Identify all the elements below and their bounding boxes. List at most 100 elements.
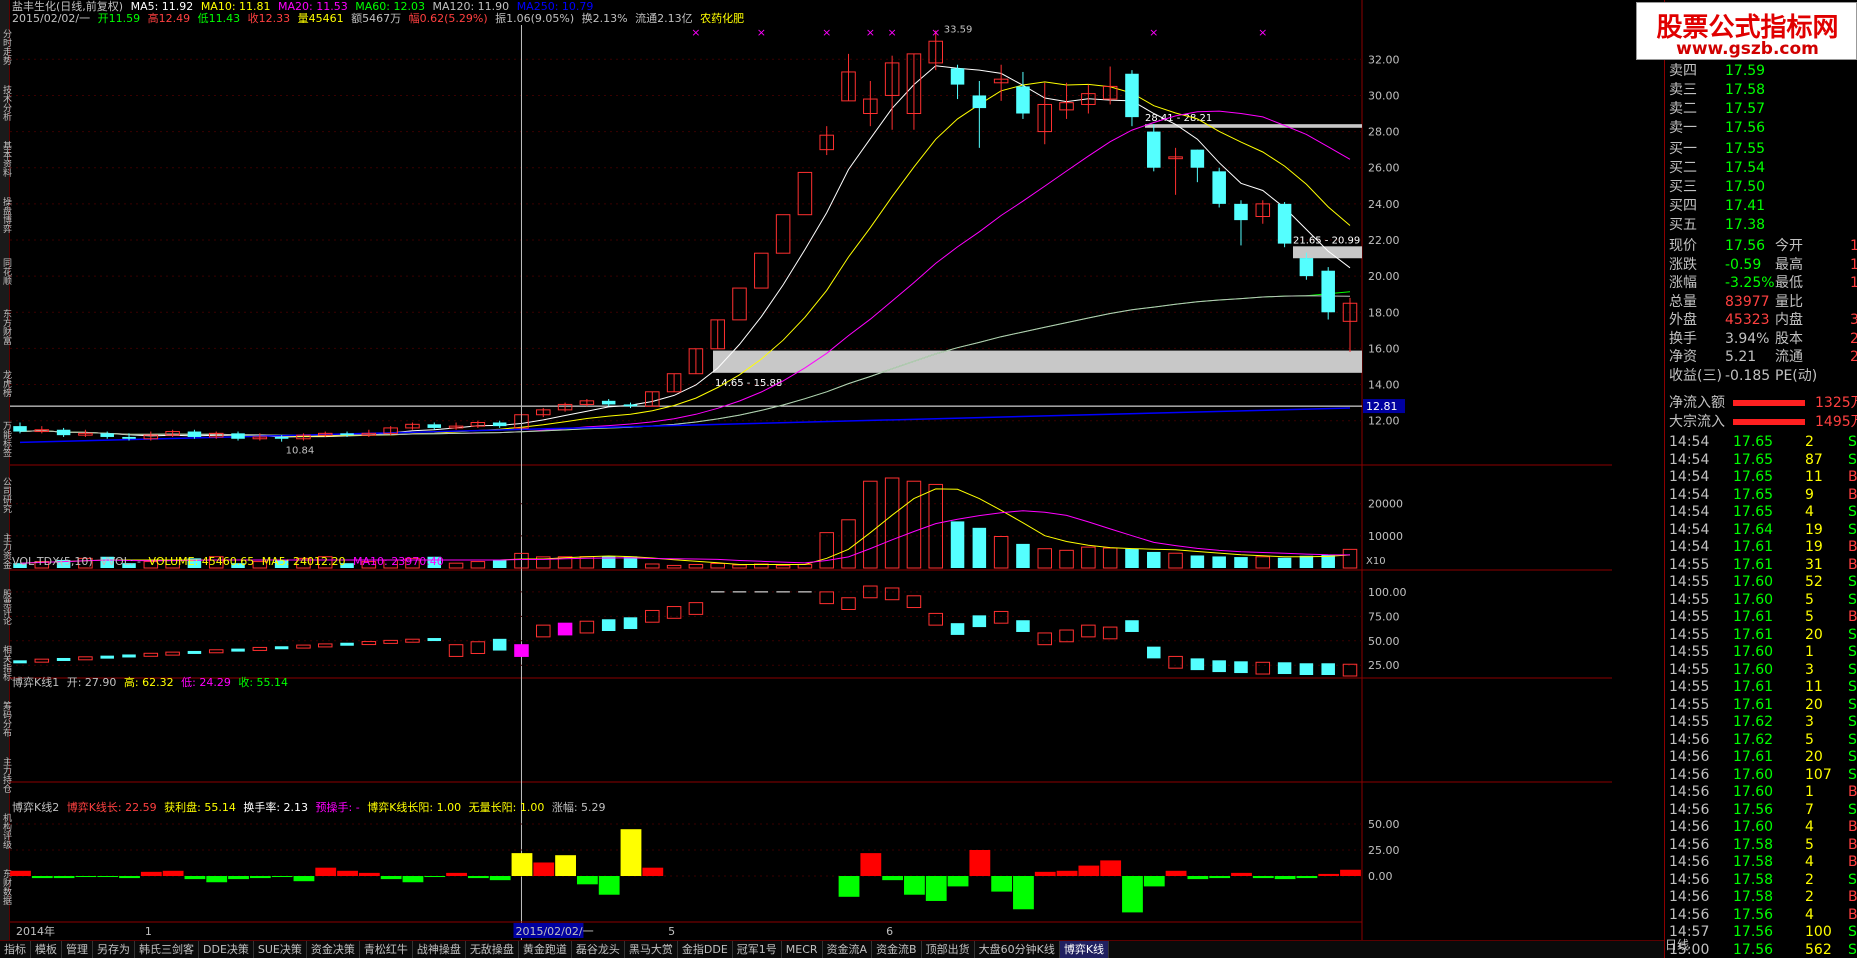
info-turnover: 换2.13% xyxy=(581,12,628,25)
kline1-bar xyxy=(1016,620,1030,632)
bottom-tab-20[interactable]: 大盘60分钟K线 xyxy=(975,941,1060,958)
bottom-tab-17[interactable]: 资金流A xyxy=(823,941,873,958)
tick-row-cell: S xyxy=(1848,696,1857,713)
left-tab-0[interactable]: 分时走势 xyxy=(0,20,11,74)
tick-row: 14:56 17.58 5 B xyxy=(1665,836,1857,854)
band-label-1: 21.65 - 20.99 xyxy=(1293,235,1360,246)
bottom-tab-12[interactable]: 磊谷龙头 xyxy=(572,941,625,958)
tick-row-cell: 2 xyxy=(1805,889,1814,905)
kline2-bar xyxy=(380,876,402,880)
left-tab-15[interactable]: 东财数据 xyxy=(0,860,11,914)
bottom-tab-4[interactable]: 韩氏三剑客 xyxy=(135,941,199,958)
tick-row: 14:56 17.56 7 S xyxy=(1665,801,1857,819)
tick-row-cell: 14:55 xyxy=(1669,609,1710,625)
kline1-panel-header: 博弈K线1 开: 27.90 高: 62.32 低: 24.29 收: 55.1… xyxy=(12,676,292,689)
tick-row-cell: B xyxy=(1848,854,1857,870)
bottom-tab-3[interactable]: 另存为 xyxy=(93,941,135,958)
tick-row-cell: S xyxy=(1848,504,1857,520)
bottom-tab-7[interactable]: 资金决策 xyxy=(307,941,360,958)
tick-row-cell: 17.61 xyxy=(1733,626,1774,643)
kline2-bar xyxy=(315,867,337,876)
kline1-bar xyxy=(884,587,900,601)
tick-row-cell: 14:54 xyxy=(1669,451,1710,468)
tick-row-cell: 17.64 xyxy=(1733,521,1774,538)
tick-row-cell: 2 xyxy=(1805,434,1814,450)
stat-row-cell: -0.59 xyxy=(1725,256,1762,273)
bottom-tab-5[interactable]: DDE决策 xyxy=(199,941,254,958)
kline1-bar xyxy=(1168,655,1183,669)
main-price-pane: 32.00 30.00 28.00 26.00 24.00 22.00 20.00 18.00… xyxy=(10,0,1612,940)
left-tab-11[interactable]: 相关指标 xyxy=(0,636,11,690)
left-tab-8[interactable]: 公司研究 xyxy=(0,468,11,522)
vol-ma5-label: MA5: 24012.20 xyxy=(261,555,346,568)
kline1-bar xyxy=(1190,658,1205,671)
kline2-bar xyxy=(467,876,489,879)
tick-row: 14:56 17.58 2 S xyxy=(1665,871,1857,889)
volume-bar xyxy=(470,561,486,569)
sell-row-cell: 17.56 xyxy=(1725,120,1766,136)
tick-row-cell: 17.60 xyxy=(1733,574,1774,590)
bottom-tab-2[interactable]: 管理 xyxy=(62,941,93,958)
tick-row-cell: 17.61 xyxy=(1733,696,1774,713)
bottom-tab-18[interactable]: 资金流B xyxy=(872,941,922,958)
flow-row-cell: 大宗流入 xyxy=(1669,414,1725,430)
bottom-tab-10[interactable]: 无敌操盘 xyxy=(466,941,519,958)
chart-svg[interactable]: 32.00 30.00 28.00 26.00 24.00 22.00 20.00 18.00… xyxy=(10,0,1612,940)
volume-bar xyxy=(492,559,507,568)
bottom-tab-19[interactable]: 顶部出货 xyxy=(922,941,975,958)
buy-row-cell: 买四 xyxy=(1669,198,1697,214)
left-tab-14[interactable]: 机构评级 xyxy=(0,804,11,858)
bottom-tab-6[interactable]: SUE决策 xyxy=(254,941,307,958)
bottom-tab-9[interactable]: 战神操盘 xyxy=(413,941,466,958)
volume-bar xyxy=(1255,556,1271,569)
tick-row-cell: 17.60 xyxy=(1733,661,1774,678)
price-axis-label: 24.00 xyxy=(1368,198,1400,211)
bottom-tab-13[interactable]: 黑马大赏 xyxy=(625,941,678,958)
left-tab-6[interactable]: 龙虎榜 xyxy=(0,356,11,410)
tick-row-cell: 14:56 xyxy=(1669,819,1710,835)
kline1-bar xyxy=(274,646,289,650)
signal-marker: × xyxy=(757,26,766,39)
tick-row-cell: 4 xyxy=(1805,854,1814,870)
date-axis: 2014年 1 2015/02/02/一 5 6 xyxy=(10,921,1362,938)
low-annotation: 10.84 xyxy=(286,446,315,457)
bottom-tab-1[interactable]: 模板 xyxy=(31,941,62,958)
sell-row: 卖一 17.56 xyxy=(1665,119,1857,137)
kline2-bar xyxy=(882,876,904,881)
tick-row-cell: S xyxy=(1848,644,1857,660)
tick-row-cell: 17.61 xyxy=(1733,609,1774,625)
left-tab-1[interactable]: 技术分析 xyxy=(0,76,11,130)
tick-row-cell: 14:55 xyxy=(1669,556,1710,573)
kline1-bar xyxy=(56,657,71,661)
bottom-tab-8[interactable]: 青松红牛 xyxy=(360,941,413,958)
left-tab-4[interactable]: 同花顺 xyxy=(0,244,11,298)
kline2-bar xyxy=(424,876,446,878)
kline1-bar xyxy=(1234,661,1248,674)
kline2-bar xyxy=(1187,876,1209,880)
stat-row-cell: 收益(三) xyxy=(1669,367,1722,384)
tick-row-cell: 14:55 xyxy=(1669,679,1710,695)
price-axis-label: 14.00 xyxy=(1368,379,1400,392)
left-tab-5[interactable]: 东方财富 xyxy=(0,300,11,354)
bottom-tab-21[interactable]: 博弈K线 xyxy=(1059,941,1110,958)
kline1-bar xyxy=(666,606,682,619)
left-tab-12[interactable]: 筹码分布 xyxy=(0,692,11,746)
tick-row-cell: 17.56 xyxy=(1733,941,1774,958)
period-label[interactable]: 日线 xyxy=(1665,936,1705,953)
left-tab-7[interactable]: 万能标签 xyxy=(0,412,11,466)
left-tab-9[interactable]: 主力资金 xyxy=(0,524,11,578)
bottom-tab-16[interactable]: MECR xyxy=(782,941,823,958)
stat-row: 净资 5.21 流通 2. xyxy=(1665,348,1857,366)
tick-row-cell: 14:54 xyxy=(1669,469,1710,485)
bottom-tab-14[interactable]: 金指DDE xyxy=(678,941,733,958)
tick-row-cell: 5 xyxy=(1805,591,1814,608)
volume-bar xyxy=(1081,546,1096,569)
left-tab-10[interactable]: 股票评论 xyxy=(0,580,11,634)
left-tab-3[interactable]: 操盘博弈 xyxy=(0,188,11,242)
kline1-bar xyxy=(78,656,93,661)
bottom-tab-15[interactable]: 冠军1号 xyxy=(733,941,782,958)
bottom-tab-0[interactable]: 指标 xyxy=(0,941,31,958)
left-tab-2[interactable]: 基本资料 xyxy=(0,132,11,186)
left-tab-13[interactable]: 主力持仓 xyxy=(0,748,11,802)
bottom-tab-11[interactable]: 黄金跑道 xyxy=(519,941,572,958)
